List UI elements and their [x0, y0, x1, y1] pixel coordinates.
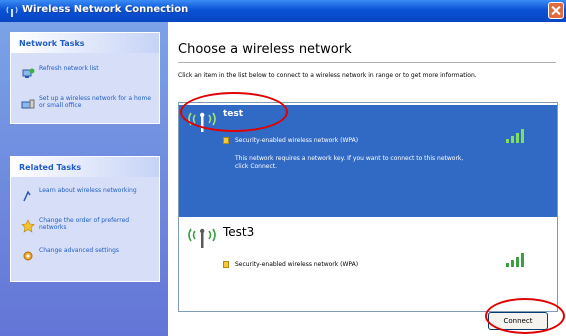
- main-pane: Choose a wireless network Click an item …: [168, 22, 566, 336]
- window-title: Wireless Network Connection: [22, 4, 189, 15]
- task-label: Change the order of preferred networks: [39, 217, 130, 231]
- wireless-network-window: Wireless Network Connection Network Task…: [0, 0, 566, 336]
- settings-icon: [23, 251, 33, 261]
- task-refresh-network-list[interactable]: Refresh network list: [11, 61, 159, 91]
- network-note: This network requires a network key. If …: [235, 155, 464, 170]
- network-security: Security-enabled wireless network (WPA): [235, 137, 359, 144]
- lock-icon: [223, 261, 229, 268]
- star-icon: [21, 219, 35, 233]
- signal-strength-icon: [506, 253, 524, 267]
- network-tasks-heading: Network Tasks: [11, 33, 159, 53]
- task-label: Refresh network list: [39, 65, 99, 72]
- title-bar[interactable]: Wireless Network Connection: [0, 0, 566, 22]
- network-tasks-panel: Network Tasks Refresh network list Set u…: [10, 32, 160, 124]
- divider: [178, 62, 556, 63]
- task-learn-wireless[interactable]: Learn about wireless networking: [11, 183, 159, 213]
- task-label: Set up a wireless network for a home or …: [39, 95, 152, 109]
- highlight-ellipse-ssid: [180, 92, 288, 132]
- page-title: Choose a wireless network: [178, 42, 352, 57]
- setup-network-icon: [21, 99, 35, 109]
- task-setup-wireless-network[interactable]: Set up a wireless network for a home or …: [11, 91, 159, 121]
- network-ssid: Test3: [223, 225, 255, 239]
- lock-icon: [223, 137, 229, 144]
- task-advanced-settings[interactable]: Change advanced settings: [11, 243, 159, 273]
- wireless-icon: [6, 6, 18, 17]
- signal-strength-icon: [506, 129, 524, 143]
- instruction-text: Click an item in the list below to conne…: [178, 72, 477, 79]
- highlight-ellipse-connect: [485, 298, 565, 334]
- task-label: Change advanced settings: [39, 247, 120, 254]
- network-security: Security-enabled wireless network (WPA): [235, 261, 359, 268]
- wireless-antenna-icon: [188, 228, 216, 248]
- related-tasks-heading: Related Tasks: [11, 157, 159, 177]
- info-icon: [23, 190, 31, 202]
- refresh-icon: [22, 68, 35, 78]
- related-tasks-panel: Related Tasks Learn about wireless netwo…: [10, 156, 160, 282]
- network-item-test3[interactable]: Test3 Security-enabled wireless network …: [179, 221, 557, 301]
- task-label: Learn about wireless networking: [39, 187, 137, 194]
- close-button[interactable]: [548, 2, 564, 19]
- task-change-network-order[interactable]: Change the order of preferred networks: [11, 213, 159, 243]
- network-list[interactable]: test Security-enabled wireless network (…: [178, 102, 558, 312]
- sidebar: Network Tasks Refresh network list Set u…: [0, 22, 168, 336]
